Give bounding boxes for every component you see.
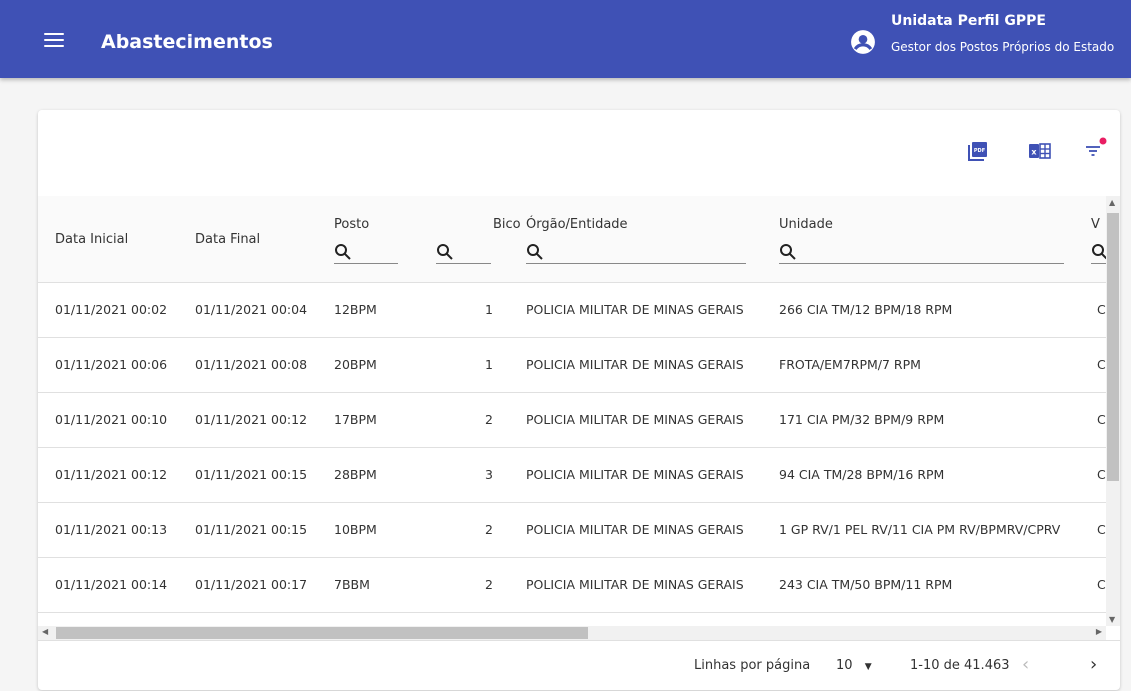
cell-orgao: POLICIA MILITAR DE MINAS GERAIS (526, 412, 744, 427)
scroll-left-icon[interactable]: ◀ (42, 627, 48, 636)
vertical-scroll-thumb[interactable] (1107, 213, 1119, 481)
table-header: Data Inicial Data Final Posto Bico Órgão… (38, 196, 1106, 283)
cell-next: C (1097, 522, 1106, 537)
pdf-icon[interactable]: PDF (967, 140, 989, 162)
cell-bico: 2 (485, 412, 493, 427)
page-range: 1-10 de 41.463 (910, 658, 1010, 673)
cell-orgao: POLICIA MILITAR DE MINAS GERAIS (526, 467, 744, 482)
table-row[interactable]: 01/11/2021 00:13 01/11/2021 00:15 10BPM 2 PO… (38, 503, 1106, 558)
cell-data-inicial: 01/11/2021 00:14 (55, 577, 168, 592)
cell-next: C (1097, 412, 1106, 427)
cell-data-final: 01/11/2021 00:17 (195, 577, 308, 592)
cell-data-inicial: 01/11/2021 00:13 (55, 522, 168, 537)
col-header-bico-label[interactable]: Bico (493, 217, 521, 232)
col-header-unidade-label[interactable]: Unidade (779, 217, 833, 232)
col-header-posto-label[interactable]: Posto (334, 217, 369, 232)
unidade-search-field[interactable] (779, 241, 1064, 264)
svg-text:x: x (1031, 148, 1037, 157)
cell-posto: 12BPM (334, 302, 377, 317)
table-body: 01/11/2021 00:02 01/11/2021 00:04 12BPM 1 PO… (38, 283, 1106, 613)
cell-posto: 17BPM (334, 412, 377, 427)
cell-next: C (1097, 467, 1106, 482)
cell-data-inicial: 01/11/2021 00:10 (55, 412, 168, 427)
cell-data-inicial: 01/11/2021 00:06 (55, 357, 168, 372)
cell-next: C (1097, 357, 1106, 372)
scroll-right-icon[interactable]: ▶ (1096, 627, 1102, 636)
col-header-data-inicial[interactable]: Data Inicial (55, 232, 128, 247)
search-icon (1092, 244, 1106, 260)
chevron-left-icon[interactable]: ‹ (1022, 654, 1029, 675)
svg-text:PDF: PDF (974, 148, 985, 154)
cell-posto: 7BBM (334, 577, 370, 592)
vertical-scrollbar[interactable]: ▲ ▼ (1106, 196, 1120, 626)
table-viewport[interactable]: Data Inicial Data Final Posto Bico Órgão… (38, 196, 1106, 626)
posto-search-field[interactable] (334, 241, 398, 264)
rows-per-page-label: Linhas por página (694, 658, 811, 673)
cell-bico: 2 (485, 522, 493, 537)
cell-orgao: POLICIA MILITAR DE MINAS GERAIS (526, 302, 744, 317)
cell-unidade: 266 CIA TM/12 BPM/18 RPM (779, 302, 953, 317)
data-card: PDF x Data Inicial Data Final Posto Bico (38, 110, 1120, 690)
cell-orgao: POLICIA MILITAR DE MINAS GERAIS (526, 522, 744, 537)
page-title: Abastecimentos (101, 31, 273, 53)
cell-data-final: 01/11/2021 00:15 (195, 467, 308, 482)
horizontal-scrollbar[interactable]: ◀ ▶ (38, 626, 1106, 640)
cell-posto: 20BPM (334, 357, 377, 372)
pagination: Linhas por página 10 ▼ 1-10 de 41.463 ‹ … (38, 640, 1120, 691)
cell-data-inicial: 01/11/2021 00:12 (55, 467, 168, 482)
col-header-next-label[interactable]: V (1091, 217, 1100, 232)
col-header-data-final[interactable]: Data Final (195, 232, 260, 247)
filter-icon[interactable] (1082, 136, 1108, 162)
scroll-up-icon[interactable]: ▲ (1109, 198, 1115, 207)
horizontal-scroll-thumb[interactable] (56, 627, 588, 639)
app-bar: Abastecimentos Unidata Perfil GPPE Gesto… (0, 0, 1131, 78)
filter-badge (1099, 137, 1107, 145)
cell-unidade: 171 CIA PM/32 BPM/9 RPM (779, 412, 945, 427)
scroll-down-icon[interactable]: ▼ (1109, 615, 1115, 624)
cell-bico: 3 (485, 467, 493, 482)
cell-bico: 1 (485, 302, 493, 317)
user-role: Gestor dos Postos Próprios do Estado (891, 40, 1115, 54)
cell-bico: 1 (485, 357, 493, 372)
rows-per-page-select[interactable]: 10 ▼ (836, 658, 872, 673)
search-icon (527, 244, 543, 260)
cell-next: C (1097, 577, 1106, 592)
cell-unidade: FROTA/EM7RPM/7 RPM (779, 357, 921, 372)
menu-icon[interactable] (44, 33, 64, 49)
next-search-field[interactable] (1091, 241, 1106, 264)
table-row[interactable]: 01/11/2021 00:10 01/11/2021 00:12 17BPM 2 PO… (38, 393, 1106, 448)
cell-data-final: 01/11/2021 00:12 (195, 412, 308, 427)
cell-orgao: POLICIA MILITAR DE MINAS GERAIS (526, 577, 744, 592)
cell-posto: 28BPM (334, 467, 377, 482)
table-row[interactable]: 01/11/2021 00:12 01/11/2021 00:15 28BPM 3 PO… (38, 448, 1106, 503)
bico-search-field[interactable] (436, 241, 491, 264)
search-icon (335, 244, 351, 260)
table-row[interactable]: 01/11/2021 00:06 01/11/2021 00:08 20BPM 1 PO… (38, 338, 1106, 393)
table-row[interactable]: 01/11/2021 00:02 01/11/2021 00:04 12BPM 1 PO… (38, 283, 1106, 338)
table-row[interactable]: 01/11/2021 00:14 01/11/2021 00:17 7BBM 2 POL… (38, 558, 1106, 613)
excel-icon[interactable]: x (1028, 140, 1052, 162)
cell-next: C (1097, 302, 1106, 317)
account-circle-icon[interactable] (850, 29, 876, 55)
orgao-search-field[interactable] (526, 241, 746, 264)
search-icon (437, 244, 453, 260)
col-header-orgao-label[interactable]: Órgão/Entidade (526, 217, 628, 232)
chevron-right-icon[interactable]: › (1090, 654, 1097, 675)
cell-unidade: 243 CIA TM/50 BPM/11 RPM (779, 577, 953, 592)
cell-posto: 10BPM (334, 522, 377, 537)
rows-per-page-value: 10 (836, 658, 853, 673)
search-icon (780, 244, 796, 260)
cell-data-final: 01/11/2021 00:15 (195, 522, 308, 537)
cell-unidade: 94 CIA TM/28 BPM/16 RPM (779, 467, 945, 482)
cell-unidade: 1 GP RV/1 PEL RV/11 CIA PM RV/BPMRV/CPRV (779, 522, 1061, 537)
cell-data-inicial: 01/11/2021 00:02 (55, 302, 168, 317)
cell-bico: 2 (485, 577, 493, 592)
user-name[interactable]: Unidata Perfil GPPE (891, 13, 1046, 29)
cell-orgao: POLICIA MILITAR DE MINAS GERAIS (526, 357, 744, 372)
cell-data-final: 01/11/2021 00:04 (195, 302, 308, 317)
caret-down-icon: ▼ (864, 662, 872, 672)
cell-data-final: 01/11/2021 00:08 (195, 357, 308, 372)
